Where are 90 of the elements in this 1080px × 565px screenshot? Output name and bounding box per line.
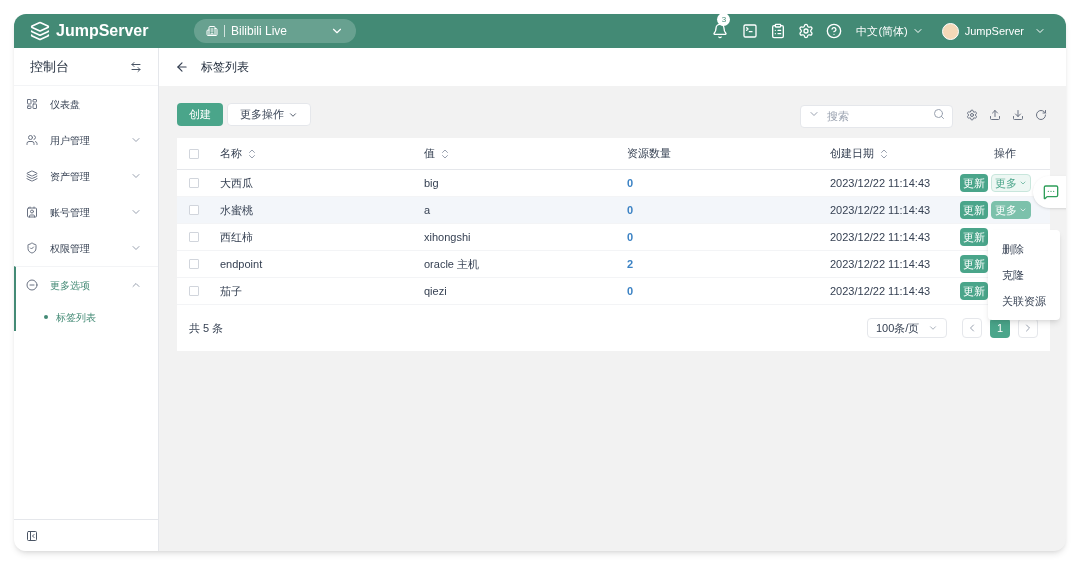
menu-icon	[26, 206, 38, 218]
table-cell-text: 2023/12/22 11:14:43	[830, 229, 932, 245]
table-cell-text: 2023/12/22 11:14:43	[830, 256, 932, 272]
menu-icon	[26, 279, 38, 291]
table-cell-text: 西红柿	[220, 229, 254, 245]
org-selector[interactable]: Bilibili Live	[194, 19, 356, 43]
update-button[interactable]: 更新	[960, 228, 988, 246]
sidebar-title: 控制台	[30, 57, 69, 76]
settings-icon[interactable]	[798, 23, 815, 39]
total-count: 共 5 条	[189, 320, 224, 336]
table-cell-text: endpoint	[220, 256, 264, 272]
page-title: 标签列表	[201, 59, 249, 76]
column-header[interactable]: 名称	[220, 145, 258, 162]
user-menu[interactable]: JumpServer	[941, 22, 1046, 40]
download-icon[interactable]	[1012, 108, 1024, 121]
logo-icon	[30, 21, 50, 41]
checkbox[interactable]	[189, 205, 199, 215]
help-icon[interactable]	[826, 23, 843, 39]
chat-icon	[1043, 184, 1059, 200]
update-button[interactable]: 更新	[960, 201, 988, 219]
create-button[interactable]: 创建	[177, 103, 223, 126]
table-cell-text: a	[424, 202, 432, 218]
table-cell-text: 2023/12/22 11:14:43	[830, 283, 932, 299]
table-cell-text: big	[424, 175, 440, 191]
menu-icon	[26, 134, 38, 146]
checkbox[interactable]	[189, 286, 199, 296]
table-cell-text: 水蜜桃	[220, 202, 254, 218]
sidebar-item[interactable]: 账号管理	[16, 194, 158, 230]
menu-icon	[26, 98, 38, 110]
table-cell-text: 大西瓜	[220, 175, 254, 191]
caret-icon	[1019, 179, 1027, 187]
upload-icon[interactable]	[989, 108, 1001, 121]
refresh-icon[interactable]	[1035, 108, 1047, 121]
language-selector[interactable]: 中文(简体)	[856, 22, 924, 40]
sidebar-item[interactable]: 仪表盘	[16, 86, 158, 122]
update-button[interactable]: 更新	[960, 282, 988, 300]
terminal-icon[interactable]	[742, 23, 759, 39]
column-header[interactable]: 操作	[994, 145, 1016, 162]
menu-icon	[26, 170, 38, 182]
table-cell-text: oracle 主机	[424, 256, 481, 272]
switch-icon[interactable]	[130, 60, 142, 73]
clipboard-icon[interactable]	[770, 23, 787, 39]
page-button[interactable]: 1	[990, 318, 1010, 338]
update-button[interactable]: 更新	[960, 255, 988, 273]
sort-icon	[878, 147, 890, 160]
collapse-icon[interactable]	[26, 529, 38, 542]
page-size-select[interactable]: 100条/页	[867, 318, 947, 338]
chat-button[interactable]	[1033, 176, 1066, 208]
back-icon[interactable]	[175, 60, 189, 74]
update-button[interactable]: 更新	[960, 174, 988, 192]
checkbox[interactable]	[189, 259, 199, 269]
count-link[interactable]: 0	[627, 174, 634, 192]
column-header[interactable]: 资源数量	[627, 145, 671, 162]
table-cell-text: 2023/12/22 11:14:43	[830, 175, 932, 191]
notification-icon[interactable]	[712, 23, 729, 39]
count-link[interactable]: 0	[627, 282, 634, 300]
org-icon	[206, 25, 218, 37]
count-link[interactable]: 0	[627, 201, 634, 219]
menu-item[interactable]: 删除	[988, 236, 1060, 262]
column-header[interactable]: 值	[424, 145, 451, 162]
table-cell-text: 2023/12/22 11:14:43	[830, 202, 932, 218]
count-link[interactable]: 2	[627, 255, 634, 273]
sort-icon	[246, 147, 258, 160]
menu-item[interactable]: 克隆	[988, 262, 1060, 288]
sort-icon	[439, 147, 451, 160]
search-field[interactable]: 搜索	[800, 104, 953, 128]
sidebar-item[interactable]: 更多选项	[16, 267, 158, 303]
more-button[interactable]: 更多	[991, 174, 1031, 192]
checkbox[interactable]	[189, 148, 199, 159]
settings-icon[interactable]	[966, 108, 978, 121]
caret-icon	[928, 323, 938, 333]
notification-badge: 3	[717, 14, 731, 26]
avatar	[941, 22, 959, 40]
table-cell-text: xihongshi	[424, 229, 472, 245]
checkbox[interactable]	[189, 232, 199, 242]
brand-name: JumpServer	[56, 21, 149, 41]
sidebar-item[interactable]: 资产管理	[16, 158, 158, 194]
menu-icon	[26, 242, 38, 254]
search-icon[interactable]	[933, 108, 945, 120]
menu-item[interactable]: 关联资源	[988, 288, 1060, 314]
column-header[interactable]: 创建日期	[830, 145, 890, 162]
sidebar-item[interactable]: 权限管理	[16, 230, 158, 266]
sidebar-subitem[interactable]: 标签列表	[16, 303, 158, 331]
count-link[interactable]: 0	[627, 228, 634, 246]
table-cell-text: qiezi	[424, 283, 448, 299]
more-actions-button[interactable]: 更多操作	[227, 103, 311, 126]
checkbox[interactable]	[189, 178, 199, 188]
table-cell-text: 茄子	[220, 283, 243, 299]
caret-icon	[1019, 206, 1027, 214]
sidebar-item[interactable]: 用户管理	[16, 122, 158, 158]
